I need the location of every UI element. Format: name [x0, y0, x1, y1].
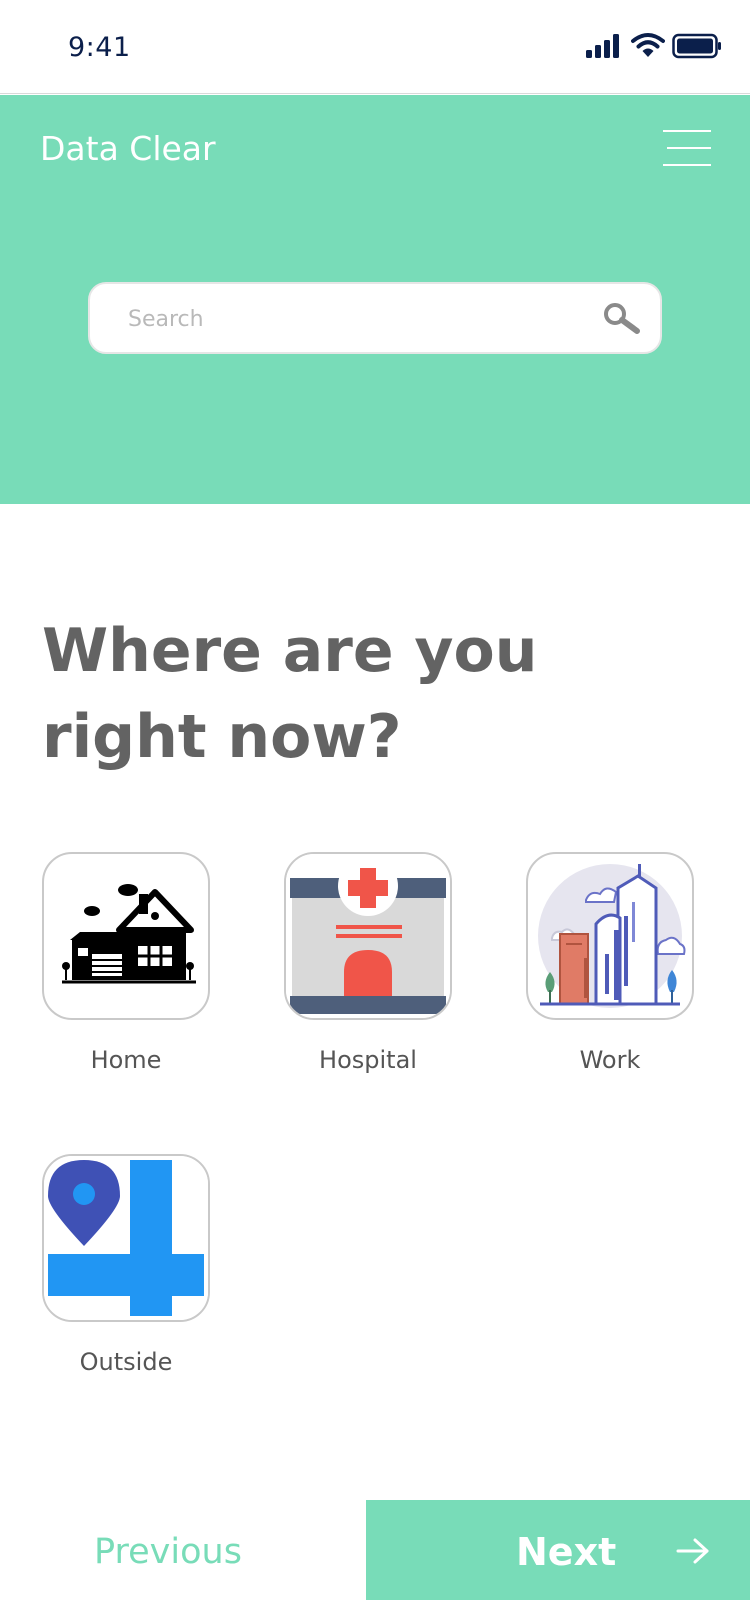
tile-label: Work: [579, 1046, 641, 1074]
location-option-outside[interactable]: Outside: [42, 1154, 210, 1376]
status-time: 9:41: [68, 32, 131, 63]
question-line-1: Where are you: [42, 616, 538, 686]
tile-icon-frame: [526, 852, 694, 1020]
office-buildings-icon: [538, 864, 686, 1008]
battery-icon: [672, 33, 721, 59]
arrow-right-icon: [676, 1538, 709, 1564]
previous-button[interactable]: Previous: [0, 1500, 366, 1600]
tile-icon-frame: [42, 1154, 210, 1322]
menu-line-bottom: [663, 164, 711, 166]
wifi-icon: [631, 33, 665, 57]
tile-icon-frame: [284, 852, 452, 1020]
search-input[interactable]: [126, 298, 570, 340]
hospital-icon: [286, 854, 450, 1018]
cellular-signal-icon: [586, 34, 619, 58]
next-button-label: Next: [516, 1530, 617, 1574]
search-icon[interactable]: [602, 302, 642, 336]
previous-button-label: Previous: [94, 1532, 242, 1572]
location-option-hospital[interactable]: Hospital: [284, 852, 452, 1074]
app-screen: 9:41 Data Clear Search Where are you rig…: [0, 0, 750, 1600]
tile-label: Home: [90, 1046, 162, 1074]
next-button[interactable]: Next: [366, 1500, 750, 1600]
tile-icon-frame: [42, 852, 210, 1020]
tile-label: Outside: [79, 1348, 173, 1376]
question-line-2: right now?: [42, 702, 402, 772]
header: Data Clear: [0, 95, 750, 504]
menu-line-top: [663, 130, 711, 132]
map-pin-road-icon: [44, 1156, 208, 1320]
app-title: Data Clear: [40, 129, 216, 168]
house-icon: [62, 884, 196, 984]
menu-line-middle: [667, 147, 711, 149]
search-bar: [88, 282, 662, 354]
question-heading: Where are you right now?: [42, 608, 602, 780]
tile-label: Hospital: [319, 1046, 417, 1074]
location-option-home[interactable]: Home: [42, 852, 210, 1074]
location-option-work[interactable]: Work: [526, 852, 694, 1074]
hamburger-menu-icon[interactable]: [655, 128, 711, 170]
status-bar: 9:41: [0, 0, 750, 94]
